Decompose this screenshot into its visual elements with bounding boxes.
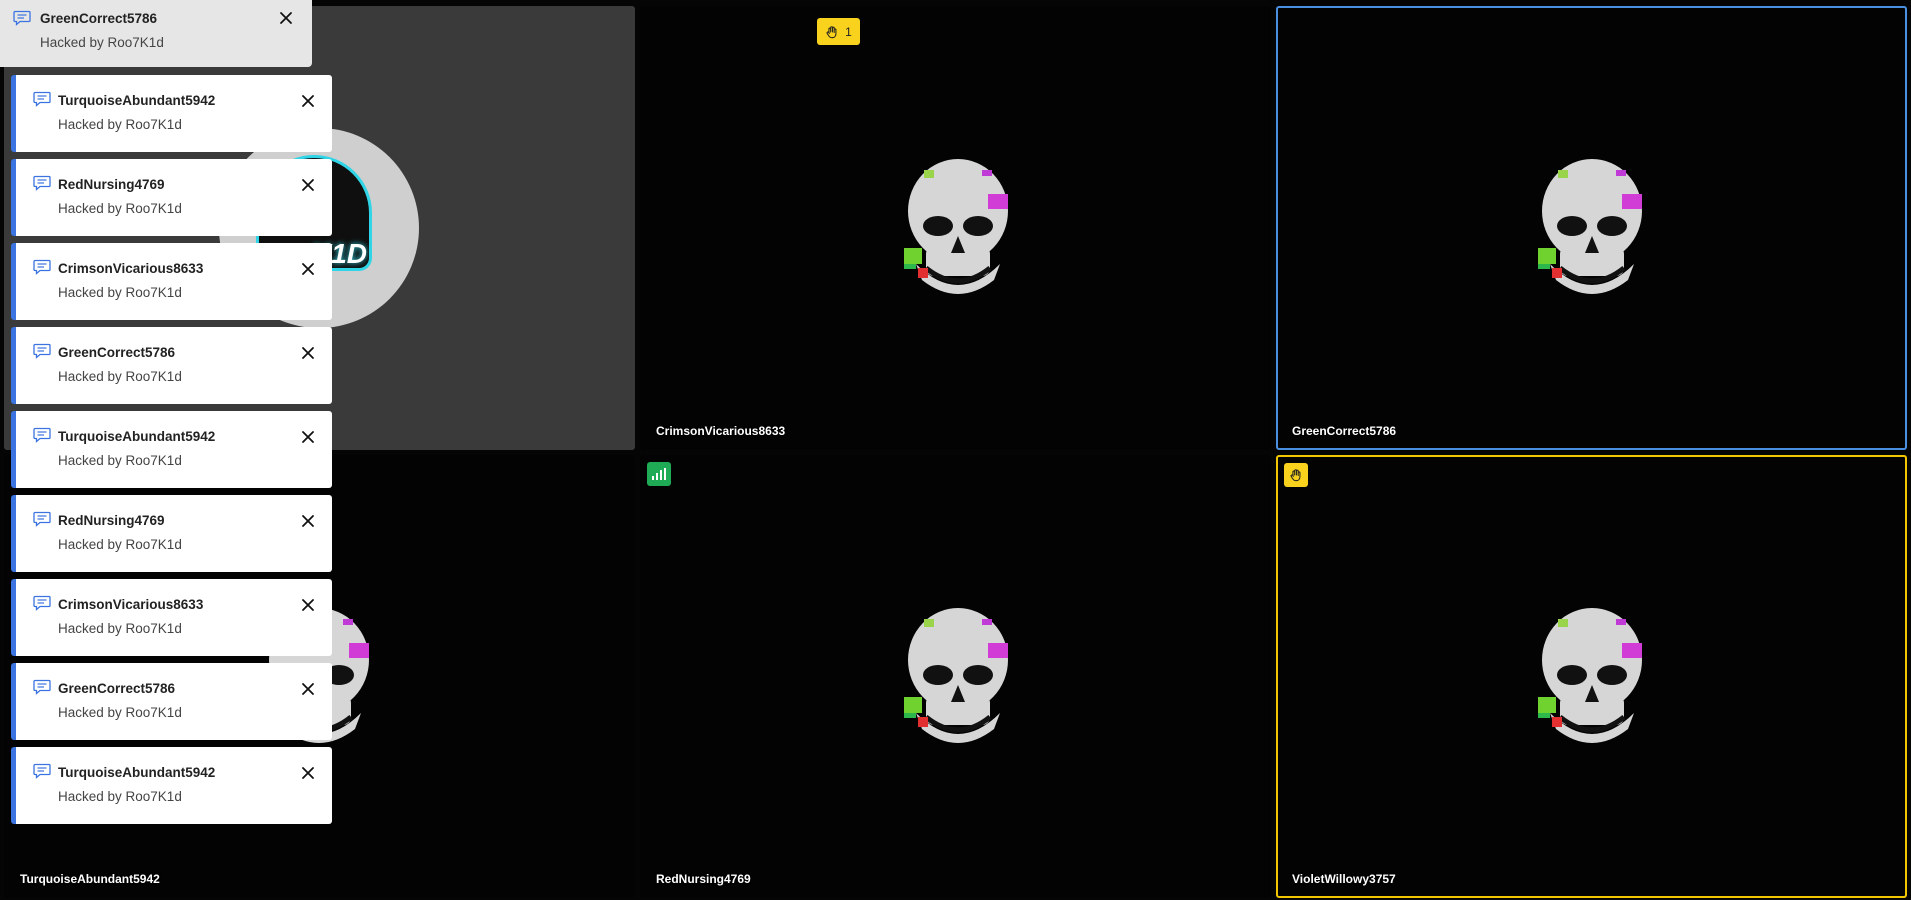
close-icon[interactable] <box>300 261 316 277</box>
notification-sender: TurquoiseAbundant5942 <box>58 429 216 444</box>
chat-bubble-icon <box>33 679 51 695</box>
notification-sender: GreenCorrect5786 <box>58 681 176 696</box>
close-icon[interactable] <box>300 345 316 361</box>
notification-message: Hacked by Roo7K1d <box>58 705 182 720</box>
close-icon[interactable] <box>278 10 294 26</box>
participant-name: CrimsonVicarious8633 <box>656 424 786 438</box>
participant-name: GreenCorrect5786 <box>1292 424 1397 438</box>
raised-hand-icon <box>825 25 839 39</box>
chat-bubble-icon <box>33 595 51 611</box>
chat-bubble-icon <box>33 511 51 527</box>
chat-notification-toast[interactable]: TurquoiseAbundant5942 Hacked by Roo7K1d <box>11 75 332 152</box>
participant-tile-hand-raised[interactable]: VioletWillowy3757 <box>1276 455 1907 898</box>
chat-notification-toast[interactable]: GreenCorrect5786 Hacked by Roo7K1d <box>0 0 312 67</box>
notification-message: Hacked by Roo7K1d <box>58 369 182 384</box>
hand-raise-count: 1 <box>845 24 852 39</box>
chat-bubble-icon <box>33 259 51 275</box>
chat-notification-toast[interactable]: CrimsonVicarious8633 Hacked by Roo7K1d <box>11 579 332 656</box>
chat-notification-toast[interactable]: RedNursing4769 Hacked by Roo7K1d <box>11 495 332 572</box>
notification-message: Hacked by Roo7K1d <box>58 201 182 216</box>
participant-name: VioletWillowy3757 <box>1292 872 1396 886</box>
hand-raise-badge: 1 <box>817 18 860 45</box>
chat-notification-toast[interactable]: TurquoiseAbundant5942 Hacked by Roo7K1d <box>11 411 332 488</box>
notification-sender: CrimsonVicarious8633 <box>58 261 204 276</box>
video-stream-skull-image <box>898 156 1018 306</box>
participant-name: RedNursing4769 <box>656 872 751 886</box>
hand-raise-badge <box>1284 463 1308 487</box>
participant-tile[interactable]: RedNursing4769 <box>640 455 1271 898</box>
notification-sender: TurquoiseAbundant5942 <box>58 93 216 108</box>
signal-bars-icon <box>652 468 666 480</box>
chat-notification-toast[interactable]: GreenCorrect5786 Hacked by Roo7K1d <box>11 663 332 740</box>
participant-tile[interactable]: 1 CrimsonVicarious8633 <box>640 6 1271 450</box>
connection-quality-badge[interactable] <box>647 462 671 486</box>
close-icon[interactable] <box>300 597 316 613</box>
chat-notification-toast[interactable]: CrimsonVicarious8633 Hacked by Roo7K1d <box>11 243 332 320</box>
chat-notification-toast[interactable]: GreenCorrect5786 Hacked by Roo7K1d <box>11 327 332 404</box>
chat-bubble-icon <box>33 91 51 107</box>
chat-bubble-icon <box>33 343 51 359</box>
video-stream-skull-image <box>898 605 1018 755</box>
notification-sender: TurquoiseAbundant5942 <box>58 765 216 780</box>
chat-bubble-icon <box>33 763 51 779</box>
video-grid: K1D 1 CrimsonVicarious8633 GreenCorrect5… <box>0 0 1911 900</box>
notification-sender: CrimsonVicarious8633 <box>58 597 204 612</box>
video-stream-skull-image <box>1532 156 1652 306</box>
close-icon[interactable] <box>300 177 316 193</box>
chat-bubble-icon <box>13 10 31 26</box>
notification-message: Hacked by Roo7K1d <box>58 537 182 552</box>
close-icon[interactable] <box>300 513 316 529</box>
notification-message: Hacked by Roo7K1d <box>40 35 164 50</box>
close-icon[interactable] <box>300 765 316 781</box>
notification-message: Hacked by Roo7K1d <box>58 621 182 636</box>
close-icon[interactable] <box>300 429 316 445</box>
participant-name: TurquoiseAbundant5942 <box>20 872 160 886</box>
notification-message: Hacked by Roo7K1d <box>58 285 182 300</box>
participant-tile-active-speaker[interactable]: GreenCorrect5786 <box>1276 6 1907 450</box>
notification-message: Hacked by Roo7K1d <box>58 453 182 468</box>
notification-sender: RedNursing4769 <box>58 513 165 528</box>
chat-notification-toast[interactable]: TurquoiseAbundant5942 Hacked by Roo7K1d <box>11 747 332 824</box>
raised-hand-icon <box>1289 468 1303 482</box>
notification-sender: GreenCorrect5786 <box>58 345 176 360</box>
notification-message: Hacked by Roo7K1d <box>58 789 182 804</box>
close-icon[interactable] <box>300 93 316 109</box>
notification-sender: GreenCorrect5786 <box>40 11 158 26</box>
notification-sender: RedNursing4769 <box>58 177 165 192</box>
chat-notification-toast[interactable]: RedNursing4769 Hacked by Roo7K1d <box>11 159 332 236</box>
notification-message: Hacked by Roo7K1d <box>58 117 182 132</box>
chat-bubble-icon <box>33 175 51 191</box>
video-stream-skull-image <box>1532 605 1652 755</box>
close-icon[interactable] <box>300 681 316 697</box>
chat-bubble-icon <box>33 427 51 443</box>
